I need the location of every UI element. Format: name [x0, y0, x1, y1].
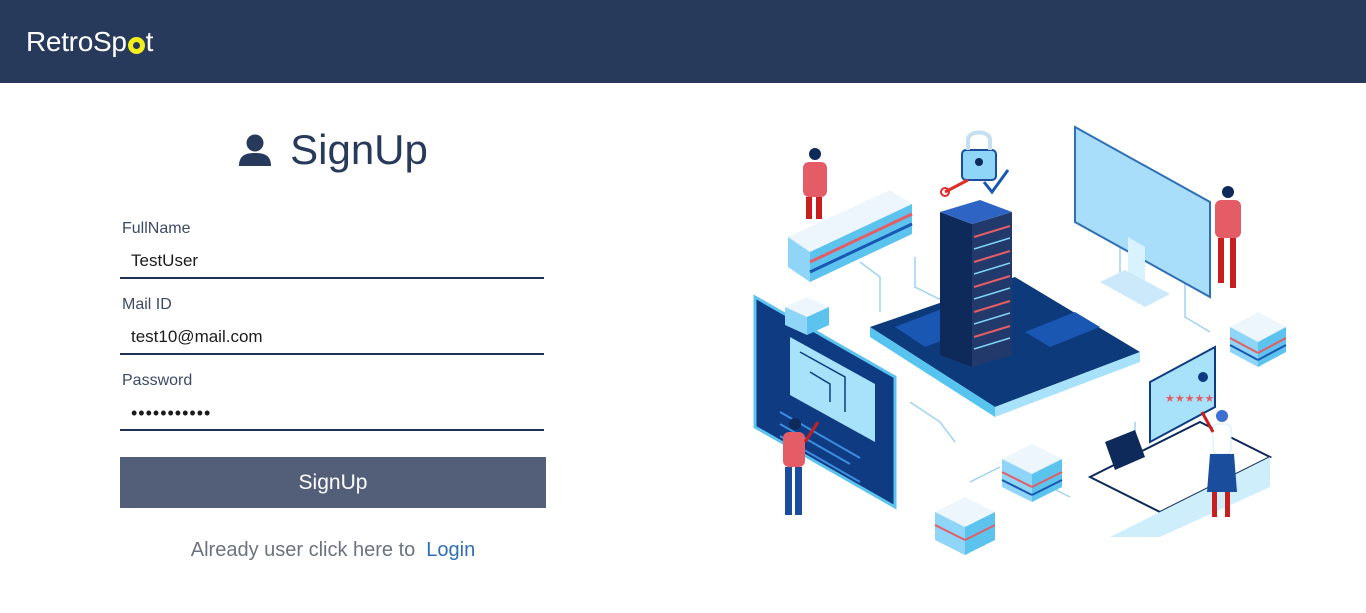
mail-id-input[interactable]: test10@mail.com	[120, 321, 544, 355]
skyscraper	[940, 200, 1012, 367]
person-top-left	[803, 148, 827, 219]
login-prompt: Already user click here to Login	[120, 537, 546, 563]
laptop-desk	[1087, 420, 1273, 537]
retrospot-logo[interactable]: RetroSp t	[26, 24, 153, 60]
svg-text:★★★★★: ★★★★★	[1165, 392, 1214, 405]
login-link[interactable]: Login	[426, 539, 475, 562]
login-prompt-text: Already user click here to	[190, 538, 416, 561]
signup-button[interactable]: SignUp	[120, 457, 546, 508]
lock-icon	[940, 130, 1010, 197]
logo-text-start: RetroSp	[26, 26, 127, 57]
person-bottom-left	[783, 418, 820, 515]
person-right	[1215, 186, 1241, 288]
top-navbar: RetroSp t	[0, 0, 1366, 83]
logo-text-end: t	[145, 26, 154, 57]
password-label: Password	[122, 372, 193, 389]
fullname-input[interactable]: TestUser	[120, 245, 544, 279]
logo-o-icon	[127, 36, 145, 54]
monitor-screen	[1074, 125, 1211, 307]
password-input[interactable]: •••••••••••	[120, 397, 544, 431]
fullname-label: FullName	[122, 220, 191, 237]
user-icon	[239, 134, 272, 166]
signup-heading: SignUp	[120, 124, 546, 176]
page-title: SignUp	[290, 126, 428, 173]
mail-id-label: Mail ID	[122, 296, 172, 313]
isometric-city-illustration: ★★★★★	[753, 125, 1287, 555]
